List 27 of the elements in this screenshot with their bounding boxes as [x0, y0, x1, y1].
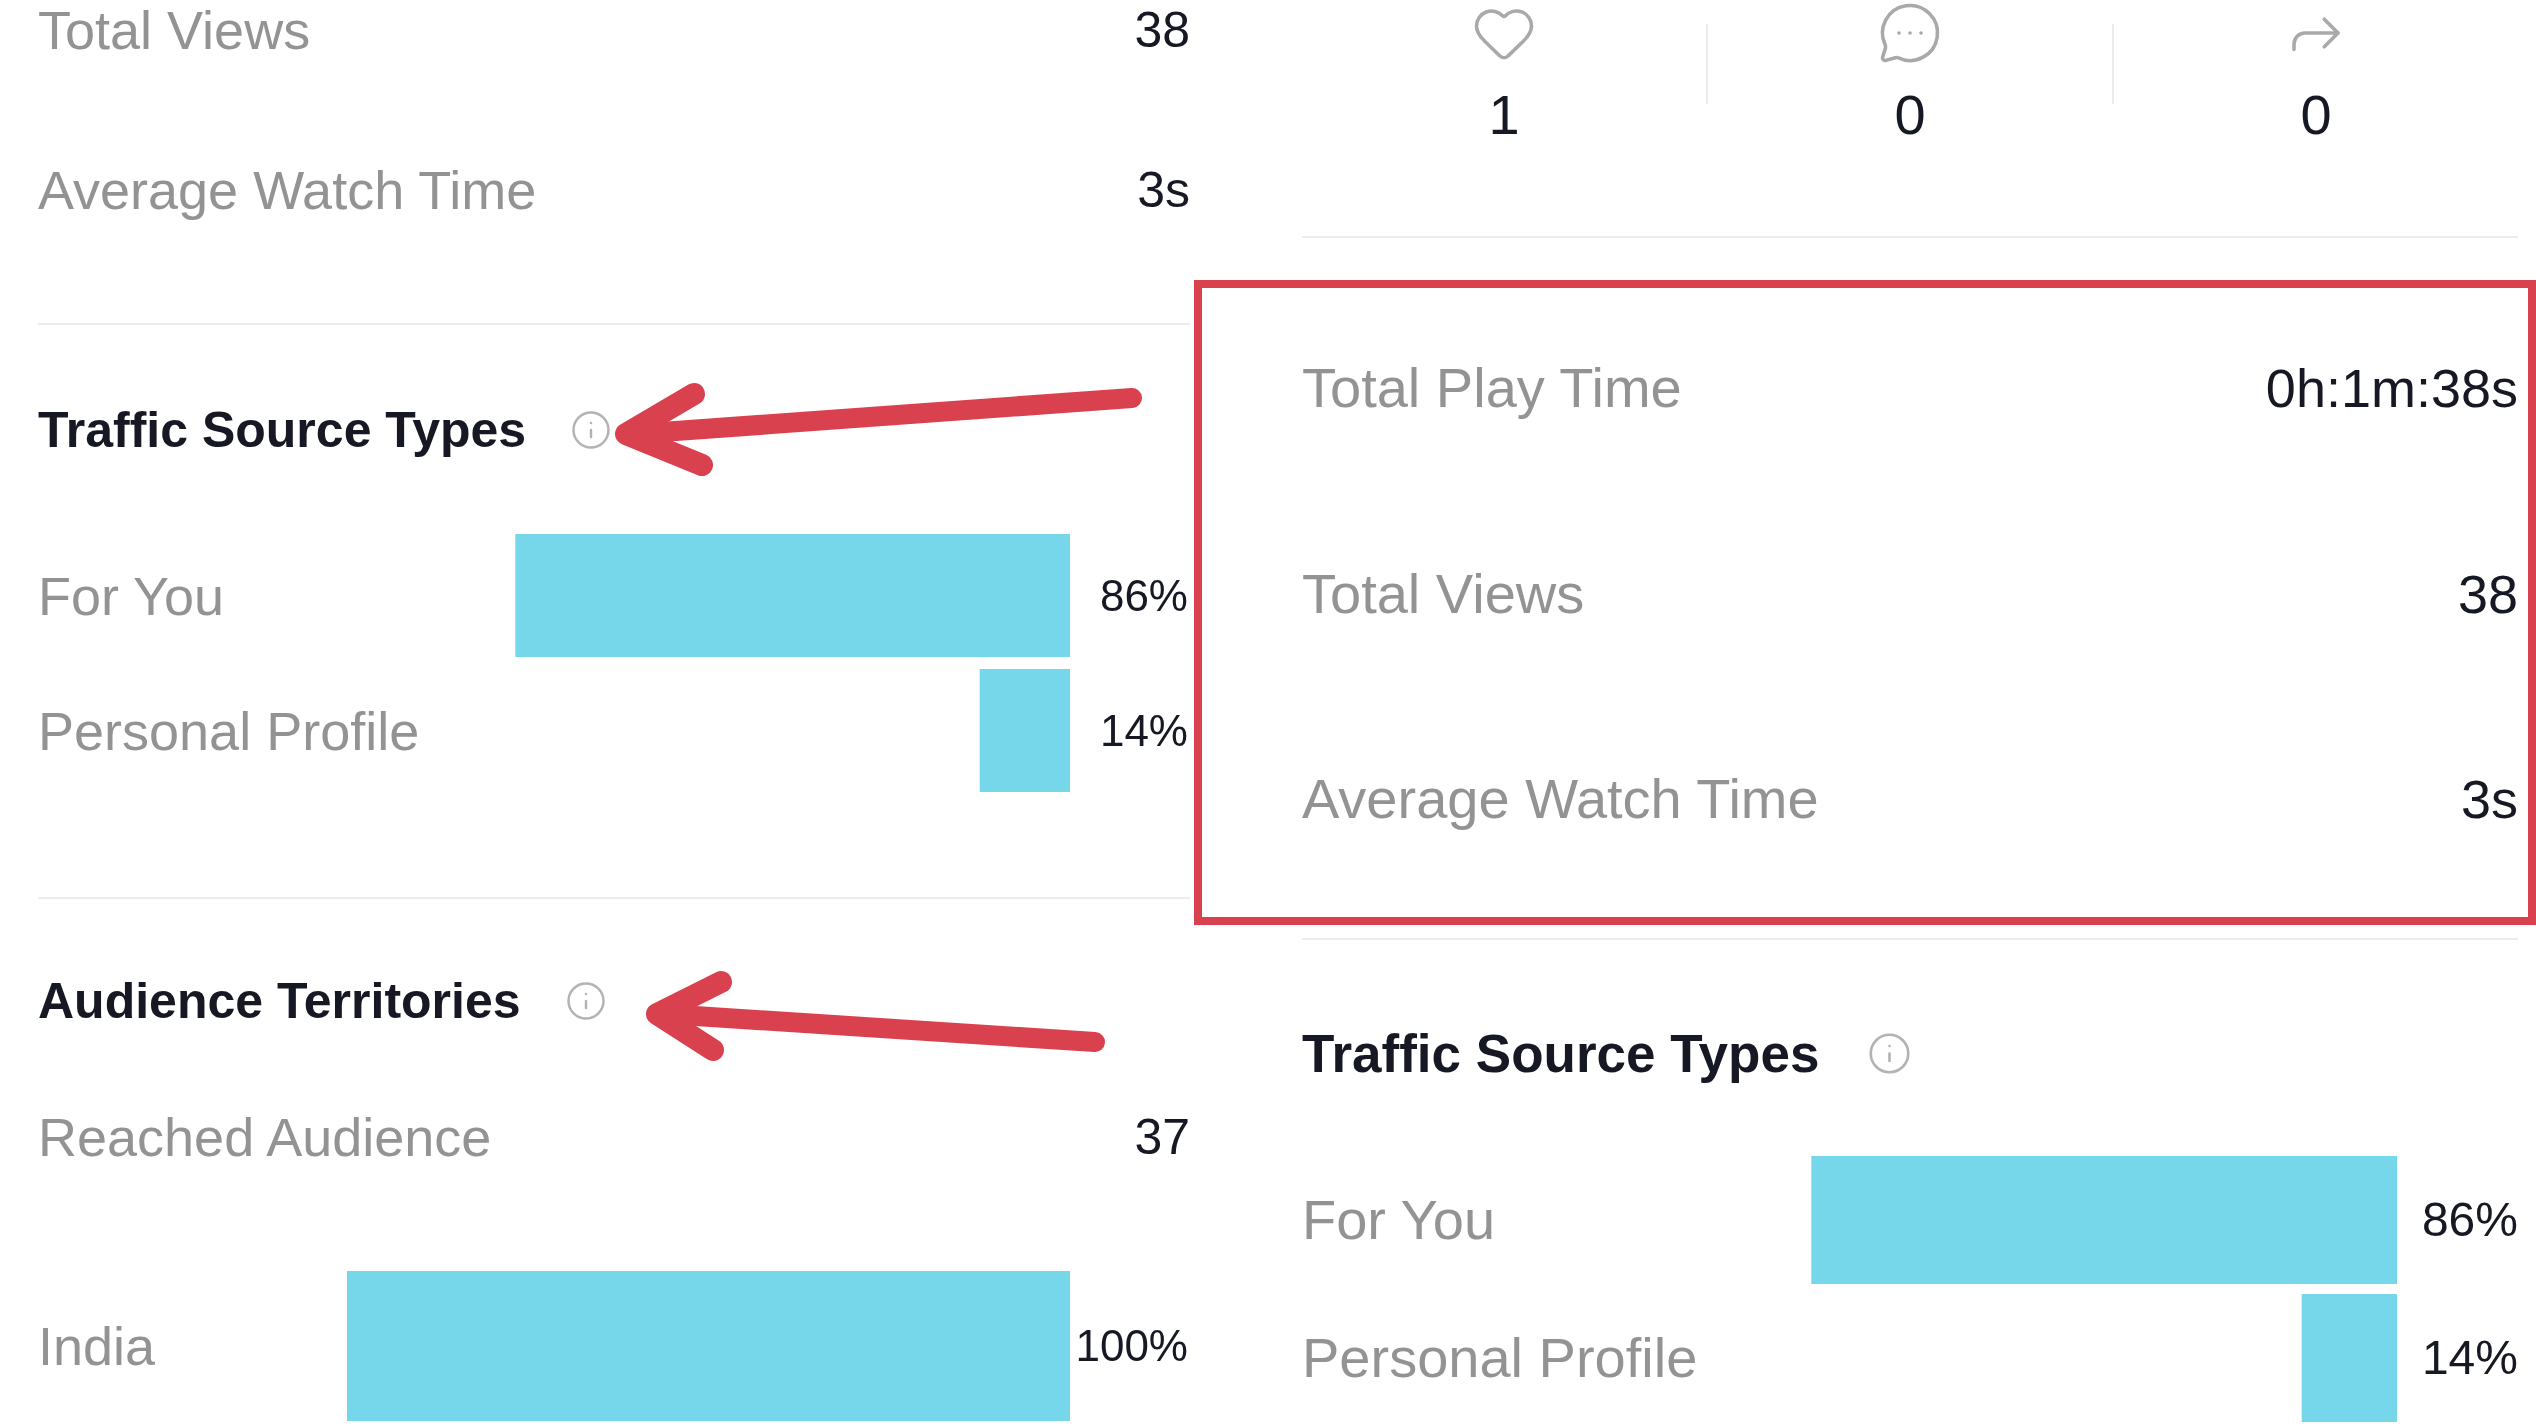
- bar-label: India: [38, 1319, 156, 1373]
- stat-value: 38: [2457, 567, 2518, 621]
- stat-label: Total Views: [38, 3, 311, 57]
- percent-value: 14%: [2421, 1334, 2518, 1382]
- stat-value: 3s: [1137, 165, 1190, 215]
- info-icon[interactable]: [1867, 1030, 1913, 1076]
- section-heading: Traffic Source Types: [38, 405, 527, 455]
- stat-label: Total Views: [1302, 566, 1585, 622]
- stat-value: 37: [1134, 1112, 1190, 1162]
- percent-value: 86%: [2421, 1196, 2518, 1244]
- stat-value: 0h:1m:38s: [2265, 361, 2518, 415]
- stat-value: 38: [1134, 5, 1190, 55]
- bar-label: Personal Profile: [38, 703, 420, 758]
- info-icon[interactable]: [570, 409, 613, 451]
- percent-value: 86%: [1099, 573, 1188, 618]
- bar-label: For You: [1302, 1192, 1496, 1248]
- bar-label: For You: [38, 568, 225, 623]
- percent-value: 100%: [1075, 1324, 1188, 1368]
- info-icon[interactable]: [564, 980, 607, 1022]
- section-heading: Audience Territories: [38, 976, 521, 1026]
- engagement-count: 0: [1894, 85, 1926, 145]
- engagement-count: 1: [1488, 85, 1520, 145]
- bar-label: Personal Profile: [1302, 1330, 1698, 1386]
- engagement-count: 0: [2300, 85, 2332, 145]
- stat-value: 3s: [2460, 772, 2518, 826]
- percent-value: 14%: [1099, 708, 1188, 753]
- stat-label: Reached Audience: [38, 1110, 492, 1164]
